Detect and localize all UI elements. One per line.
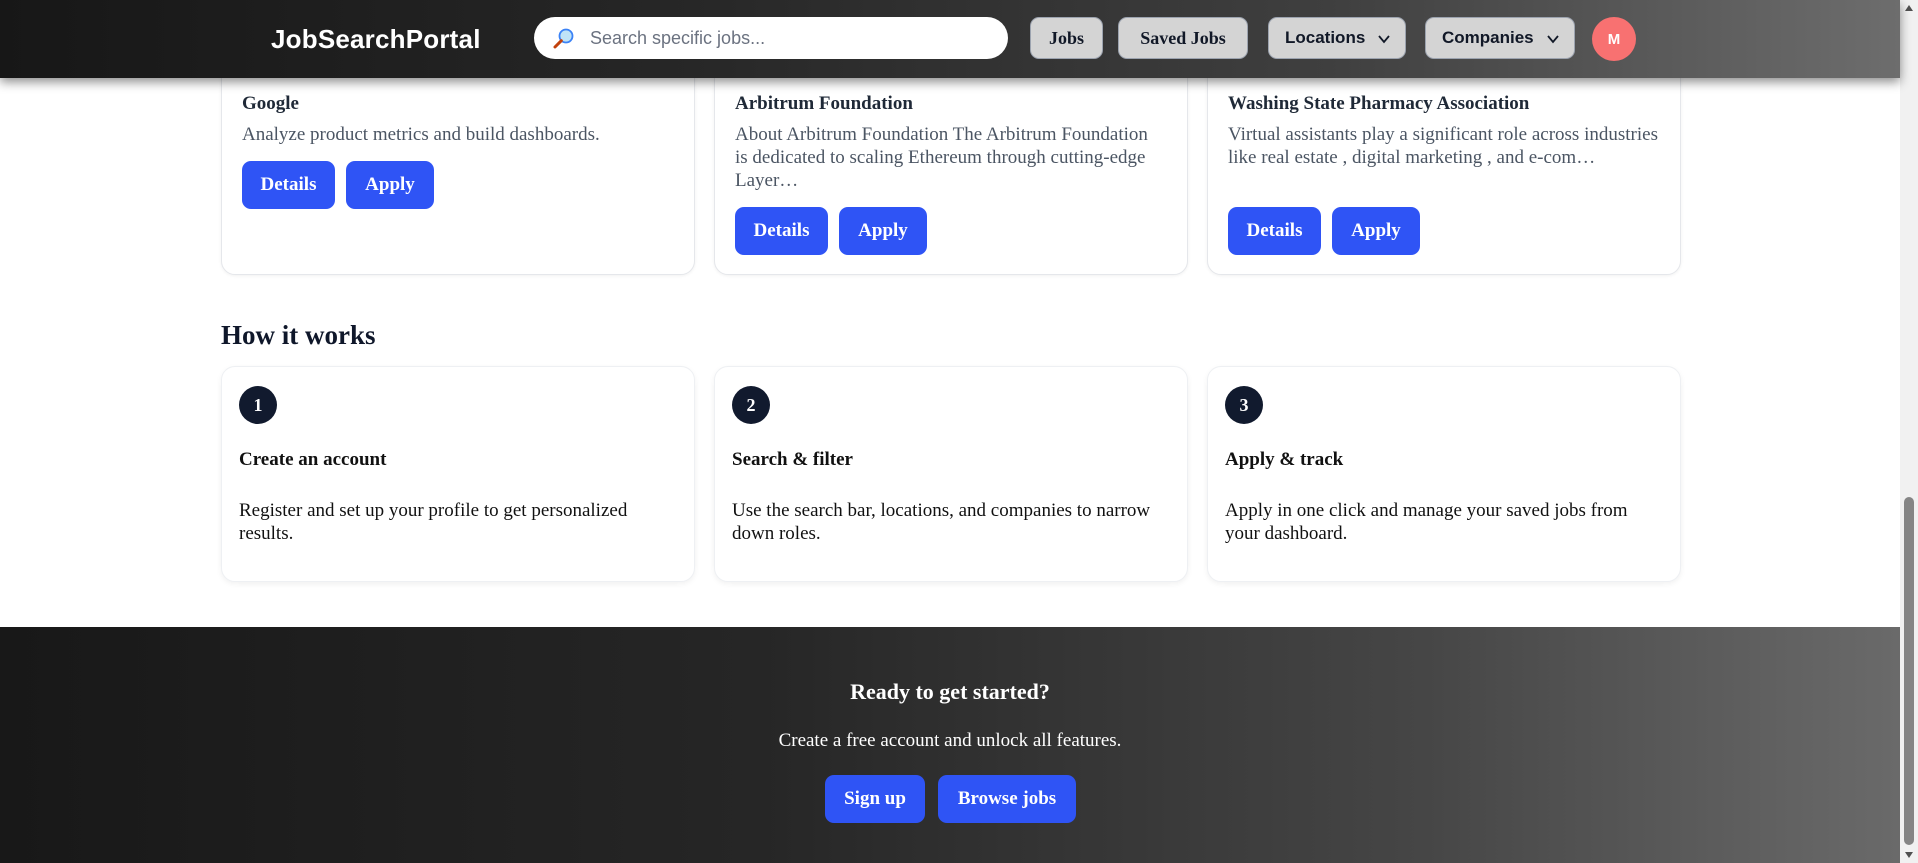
job-description: Virtual assistants play a significant ro… [1228,124,1658,168]
how-it-works-heading: How it works [221,320,376,350]
step-description: Apply in one click and manage your saved… [1225,500,1628,544]
search-input[interactable] [588,26,1008,50]
scroll-up-arrow-icon[interactable] [1904,3,1914,13]
site-logo[interactable]: JobSearchPortal [271,22,481,56]
step-title: Create an account [239,449,387,470]
step-card: 3 Apply & track Apply in one click and m… [1207,366,1681,582]
apply-button[interactable]: Apply [346,161,434,209]
details-button[interactable]: Details [242,161,335,209]
user-avatar[interactable]: M [1592,17,1636,61]
cta-title: Ready to get started? [850,679,1050,704]
chevron-down-icon [1547,35,1559,44]
cta-section: Ready to get started? Create a free acco… [0,627,1900,863]
scroll-down-arrow-icon[interactable] [1904,850,1914,860]
search-icon [553,28,574,49]
job-company: Google [242,93,299,114]
apply-button[interactable]: Apply [839,207,927,255]
step-number-badge: 2 [732,386,770,424]
details-button[interactable]: Details [735,207,828,255]
step-title: Search & filter [732,449,853,470]
step-card: 2 Search & filter Use the search bar, lo… [714,366,1188,582]
companies-label: Companies [1442,28,1534,47]
details-button[interactable]: Details [1228,207,1321,255]
step-description: Register and set up your profile to get … [239,500,628,544]
jobs-button[interactable]: Jobs [1030,17,1103,59]
saved-jobs-button[interactable]: Saved Jobs [1118,17,1248,59]
step-description: Use the search bar, locations, and compa… [732,500,1151,544]
page-scrollbar[interactable] [1900,0,1918,863]
step-card: 1 Create an account Register and set up … [221,366,695,582]
step-title: Apply & track [1225,449,1344,470]
scrollbar-thumb[interactable] [1904,497,1914,845]
job-description: Analyze product metrics and build dashbo… [242,124,600,145]
job-company: Arbitrum Foundation [735,93,913,114]
search-bar[interactable] [534,17,1008,59]
cta-subtitle: Create a free account and unlock all fea… [778,730,1122,751]
step-number-badge: 1 [239,386,277,424]
top-navbar: JobSearchPortal Jobs Saved Jobs Location… [0,0,1900,78]
locations-label: Locations [1285,28,1366,47]
browse-jobs-button[interactable]: Browse jobs [938,775,1076,823]
locations-dropdown[interactable]: Locations [1268,17,1406,59]
step-number-badge: 3 [1225,386,1263,424]
job-description: About Arbitrum Foundation The Arbitrum F… [735,124,1148,191]
companies-dropdown[interactable]: Companies [1425,17,1575,59]
sign-up-button[interactable]: Sign up [825,775,925,823]
job-company: Washing State Pharmacy Association [1228,93,1530,114]
apply-button[interactable]: Apply [1332,207,1420,255]
chevron-down-icon [1378,35,1390,44]
